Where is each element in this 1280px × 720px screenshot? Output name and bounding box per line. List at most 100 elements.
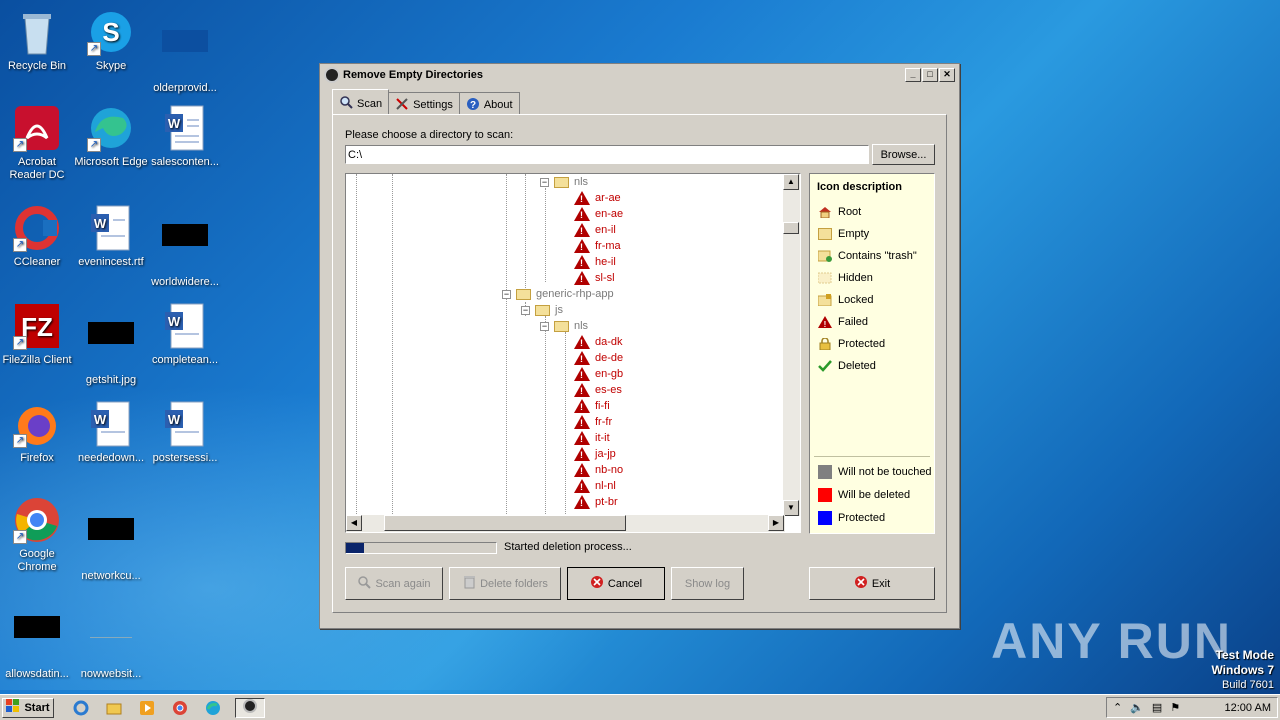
failed-warning-icon [574,207,590,221]
collapse-toggle-icon[interactable]: − [521,305,530,315]
tree-node-failed[interactable]: fi-fi [574,398,610,414]
action-center-flag-icon[interactable]: ⚑ [1170,701,1180,714]
tree-node-failed[interactable]: en-ae [574,206,623,222]
start-button[interactable]: Start [2,697,54,718]
tree-horizontal-scrollbar[interactable]: ◀ ▶ [346,515,785,532]
exit-button[interactable]: Exit [809,567,935,600]
title-bar[interactable]: Remove Empty Directories _ □ ✕ [320,64,959,86]
desktop-icon-file[interactable]: networkcu... [74,496,148,583]
desktop-icon-image-file[interactable]: getshit.jpg [74,302,148,387]
tab-scan[interactable]: Scan [332,89,390,114]
tree-node-folder[interactable]: − generic-rhp-app [502,286,614,302]
tab-about[interactable]: ? About [458,92,520,114]
scroll-down-arrow-icon[interactable]: ▼ [783,500,799,516]
chrome-icon: ↗ [13,496,61,544]
media-player-icon[interactable] [136,698,158,718]
tree-node-failed[interactable]: en-gb [574,366,623,382]
tree-node-failed[interactable]: it-it [574,430,610,446]
browse-button[interactable]: Browse... [872,144,935,165]
desktop-icon-filezilla[interactable]: FZ ↗ FileZilla Client [0,302,74,367]
edge-icon[interactable] [202,698,224,718]
tree-node-failed[interactable]: en-il [574,222,616,238]
scroll-right-arrow-icon[interactable]: ▶ [768,515,784,531]
scroll-left-arrow-icon[interactable]: ◀ [346,515,362,531]
chrome-icon[interactable] [169,698,191,718]
tree-node-failed[interactable]: ja-jp [574,446,616,462]
directory-input[interactable] [345,145,869,164]
desktop-icon-recycle-bin[interactable]: Recycle Bin [0,8,74,73]
magnifier-icon [339,95,353,112]
tree-vertical-scrollbar[interactable]: ▲ ▼ [783,174,800,516]
desktop-icon-firefox[interactable]: ↗ Firefox [0,400,74,465]
clock[interactable]: 12:00 AM [1225,702,1271,714]
app-icon [242,698,258,717]
tree-node-failed[interactable]: da-dk [574,334,623,350]
tree-node-failed[interactable]: nb-no [574,462,623,478]
button-label: Delete folders [480,577,548,590]
tree-node-failed[interactable]: nl-nl [574,478,616,494]
maximize-button[interactable]: □ [922,68,938,82]
collapse-toggle-icon[interactable]: − [540,177,549,187]
volume-icon[interactable]: 🔈 [1130,701,1144,714]
protected-lock-icon [818,337,832,351]
network-icon[interactable]: ▤ [1152,701,1162,714]
tree-node-failed[interactable]: pt-br [574,494,618,510]
color-swatch-red [818,488,832,502]
delete-folders-button[interactable]: Delete folders [449,567,561,600]
desktop-icon-label: olderprovid... [153,82,217,94]
desktop-icon-label: allowsdatin... [5,668,69,680]
legend-label: Empty [838,228,870,240]
tree-node-failed[interactable]: es-es [574,382,622,398]
desktop-icon-label: nowwebsit... [80,668,142,680]
trash-can-icon [462,575,476,592]
tree-node-label: en-il [595,224,616,236]
scrollbar-thumb[interactable] [783,222,799,234]
scroll-up-arrow-icon[interactable]: ▲ [783,174,799,190]
tree-node-folder[interactable]: − js [521,302,563,318]
desktop-icon-word-doc[interactable]: W salesconten... [148,104,222,169]
desktop-icon-acrobat[interactable]: ↗ Acrobat Reader DC [0,104,74,182]
failed-warning-icon [574,447,590,461]
desktop-icon-chrome[interactable]: ↗ Google Chrome [0,496,74,574]
desktop-icon-ccleaner[interactable]: ↗ CCleaner [0,204,74,269]
desktop-icon-file[interactable]: nowwebsit... [74,594,148,681]
app-window: Remove Empty Directories _ □ ✕ Scan Sett… [319,63,960,629]
tree-node-failed[interactable]: fr-ma [574,238,621,254]
show-log-button[interactable]: Show log [671,567,744,600]
ie-icon[interactable] [70,698,92,718]
desktop-icon-word-doc[interactable]: W completean... [148,302,222,367]
cancel-button[interactable]: Cancel [567,567,665,600]
tree-node-failed[interactable]: de-de [574,350,623,366]
desktop-icon-skype[interactable]: S ↗ Skype [74,8,148,73]
tree-node-failed[interactable]: sl-sl [574,270,615,286]
show-hidden-icons-icon[interactable]: ⌃ [1113,701,1122,714]
trash-folder-icon [817,250,832,262]
tab-settings[interactable]: Settings [388,92,460,114]
desktop-icon-label: Recycle Bin [7,60,67,72]
close-button[interactable]: ✕ [939,68,955,82]
tree-node-folder[interactable]: − nls [540,318,588,334]
desktop-icon-file[interactable]: worldwidere... [148,204,222,289]
collapse-toggle-icon[interactable]: − [540,321,549,331]
shortcut-arrow-icon: ↗ [13,238,27,252]
taskbar-app-remove-empty-directories[interactable] [235,697,265,718]
desktop-icon-file[interactable]: olderprovid... [148,8,222,95]
scan-again-button[interactable]: Scan again [345,567,443,600]
legend-divider [814,456,930,457]
desktop-icon-word-doc[interactable]: W evenincest.rtf [74,204,148,269]
desktop-icon-file[interactable]: allowsdatin... [0,594,74,681]
desktop-icon-word-doc[interactable]: W postersessi... [148,400,222,465]
tree-node-folder[interactable]: − nls [540,174,588,190]
desktop-icon-edge[interactable]: ↗ Microsoft Edge [74,104,148,169]
legend-item: Root [818,206,861,219]
explorer-folder-icon[interactable] [103,698,125,718]
minimize-button[interactable]: _ [905,68,921,82]
tree-node-failed[interactable]: ar-ae [574,190,621,206]
tree-node-failed[interactable]: fr-fr [574,414,612,430]
collapse-toggle-icon[interactable]: − [502,289,511,299]
scrollbar-thumb[interactable] [384,515,626,531]
progress-bar [345,542,497,554]
tree-node-failed[interactable]: he-il [574,254,616,270]
desktop-icon-word-doc[interactable]: W neededown... [74,400,148,465]
directory-tree[interactable]: − nls ar-ae en-ae en-il fr-ma [345,173,801,533]
